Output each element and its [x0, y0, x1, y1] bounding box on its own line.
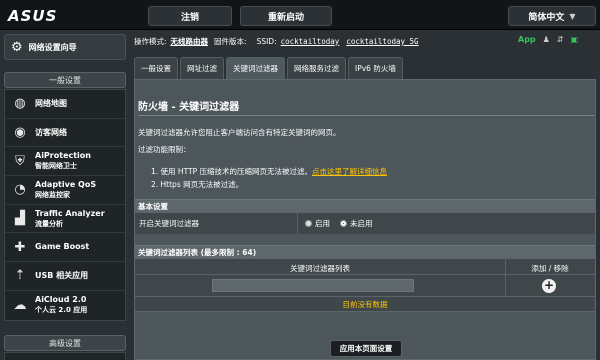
logout-button[interactable]: 注销 — [148, 6, 232, 26]
sidebar-item-label: 网络地图 — [35, 98, 67, 108]
sidebar-item-label: AiCloud 2.0 — [35, 295, 87, 305]
column-divider — [297, 213, 298, 234]
disable-radio[interactable]: 未启用 — [340, 218, 373, 229]
sidebar-item-guest-network[interactable]: ◉ 访客网络 — [5, 119, 125, 148]
tab-ipv6-firewall[interactable]: IPv6 防火墙 — [348, 57, 403, 79]
advanced-section-title: 高级设置 — [4, 335, 126, 351]
enable-filter-radios: 启用 未启用 — [305, 213, 373, 234]
sidebar-item-label: USB 相关应用 — [35, 270, 89, 280]
keyword-input[interactable] — [212, 279, 414, 292]
guest-network-icon: ◉ — [14, 125, 26, 141]
limit-item-1-text: 1. 使用 HTTP 压缩技术的压缩网页无法被过滤。 — [151, 167, 312, 176]
usb-icon: ⇡ — [14, 268, 26, 284]
sidebar-item-adaptive-qos[interactable]: ◔ Adaptive QoS 网络监控家 — [5, 176, 125, 205]
sidebar-item-sublabel: 网络监控家 — [35, 190, 70, 199]
general-menu: ◍ 网络地图 ◉ 访客网络 ⛨ AiProtection 智能网络卫士 ◔ Ad… — [4, 89, 126, 321]
reboot-button[interactable]: 重新启动 — [240, 6, 332, 26]
enable-radio-label: 启用 — [315, 219, 330, 228]
page-description: 关键词过滤器允许您阻止客户端访问含有特定关键词的网页。 — [138, 128, 341, 137]
sidebar-item-sublabel: 个人云 2.0 应用 — [35, 306, 88, 315]
ssid-5g-link[interactable]: cocktailtoday_5G — [346, 37, 418, 46]
column-divider — [505, 275, 506, 296]
sidebar: ⚙ 网络设置向导 一般设置 ◍ 网络地图 ◉ 访客网络 ⛨ AiProtecti… — [0, 30, 130, 360]
operation-mode-label: 操作模式: — [134, 36, 167, 46]
app-link[interactable]: App — [518, 35, 536, 44]
gamepad-icon: ✚ — [14, 239, 26, 255]
shield-icon: ⛨ — [15, 153, 25, 169]
title-divider — [138, 115, 594, 116]
ssid-2g-link[interactable]: cocktailtoday — [281, 37, 340, 46]
globe-icon: ◍ — [14, 96, 26, 112]
status-bar: 操作模式: 无线路由器 固件版本: SSID: cocktailtoday co… — [134, 34, 419, 48]
chart-icon: ▟ — [15, 211, 25, 227]
sidebar-item-label: Traffic Analyzer — [35, 208, 105, 218]
sidebar-item-sublabel: 智能网络卫士 — [35, 162, 77, 171]
apply-button[interactable]: 应用本页面设置 — [330, 340, 402, 357]
general-section-title: 一般设置 — [4, 72, 126, 88]
details-link[interactable]: 点击这里了解详细信息 — [312, 167, 387, 176]
column-header-keyword-list: 关键词过滤器列表 — [290, 264, 350, 273]
sidebar-item-aicloud[interactable]: ☁ AiCloud 2.0 个人云 2.0 应用 — [5, 291, 125, 320]
top-bar: ASUS 注销 重新启动 简体中文 ▼ — [0, 0, 600, 30]
sidebar-item-game-boost[interactable]: ✚ Game Boost — [5, 233, 125, 263]
usb-status-icon[interactable]: ⇵ — [557, 35, 564, 44]
user-icon[interactable]: ♟ — [543, 35, 550, 44]
limit-item-2: 2. Https 网页无法被过滤。 — [151, 180, 244, 189]
tab-keyword-filter[interactable]: 关键词过滤器 — [226, 57, 285, 79]
enable-radio[interactable]: 启用 — [305, 218, 330, 229]
keyword-list-header: 关键词过滤器列表 (最多限制 : 64) — [135, 245, 595, 258]
quick-internet-setup-button[interactable]: ⚙ 网络设置向导 — [4, 34, 126, 60]
sidebar-item-network-map[interactable]: ◍ 网络地图 — [5, 90, 125, 119]
chevron-down-icon: ▼ — [569, 11, 576, 21]
sidebar-item-usb-application[interactable]: ⇡ USB 相关应用 — [5, 262, 125, 291]
network-status-icon[interactable]: ▣ — [571, 35, 579, 44]
qis-label: 网络设置向导 — [28, 42, 77, 52]
limit-item-1: 1. 使用 HTTP 压缩技术的压缩网页无法被过滤。点击这里了解详细信息 — [151, 166, 387, 177]
limits-title: 过滤功能限制： — [138, 145, 191, 154]
enable-filter-row: 开启关键词过滤器 启用 未启用 — [135, 212, 595, 234]
tab-bar: 一般设置 网址过滤 关键词过滤器 网络服务过滤 IPv6 防火墙 — [134, 57, 403, 79]
sidebar-item-label: 访客网络 — [35, 127, 67, 137]
radio-dot — [305, 220, 312, 227]
firmware-label: 固件版本: — [214, 36, 247, 46]
status-icons: App ♟ ⇵ ▣ — [518, 35, 578, 44]
tab-general[interactable]: 一般设置 — [134, 57, 178, 79]
keyword-filter-panel: 防火墙 - 关键词过滤器 关键词过滤器允许您阻止客户端访问含有特定关键词的网页。… — [134, 79, 596, 360]
keyword-table-header: 关键词过滤器列表 添加 / 移除 — [135, 258, 595, 274]
language-select[interactable]: 简体中文 ▼ — [508, 6, 596, 26]
tab-url-filter[interactable]: 网址过滤 — [180, 57, 224, 79]
asus-logo[interactable]: ASUS — [8, 7, 57, 25]
sidebar-item-label: Game Boost — [35, 242, 90, 252]
sidebar-item-sublabel: 流量分析 — [35, 219, 63, 228]
sidebar-item-traffic-analyzer[interactable]: ▟ Traffic Analyzer 流量分析 — [5, 205, 125, 234]
sidebar-item-aiprotection[interactable]: ⛨ AiProtection 智能网络卫士 — [5, 147, 125, 177]
advanced-menu — [4, 352, 126, 360]
add-keyword-button[interactable]: + — [542, 279, 556, 293]
page-title: 防火墙 - 关键词过滤器 — [138, 102, 240, 113]
keyword-input-row: + — [135, 274, 595, 296]
ssid-label: SSID: — [256, 36, 277, 46]
empty-list-message: 目前没有数据 — [135, 296, 595, 312]
main-content: 操作模式: 无线路由器 固件版本: SSID: cocktailtoday co… — [130, 30, 600, 360]
column-header-add-remove: 添加 / 移除 — [531, 264, 569, 273]
cloud-icon: ☁ — [13, 297, 27, 313]
tab-network-services-filter[interactable]: 网络服务过滤 — [287, 57, 346, 79]
enable-filter-label: 开启关键词过滤器 — [139, 219, 199, 228]
sidebar-item-label: Adaptive QoS — [35, 179, 97, 189]
speedometer-icon: ◔ — [14, 182, 26, 198]
operation-mode-link[interactable]: 无线路由器 — [171, 36, 209, 47]
basic-config-header: 基本设置 — [135, 199, 595, 212]
setup-wizard-icon: ⚙ — [11, 39, 23, 55]
radio-dot-selected — [340, 220, 347, 227]
sidebar-item-label: AiProtection — [35, 151, 91, 161]
language-value: 简体中文 — [528, 12, 565, 23]
disable-radio-label: 未启用 — [350, 219, 373, 228]
